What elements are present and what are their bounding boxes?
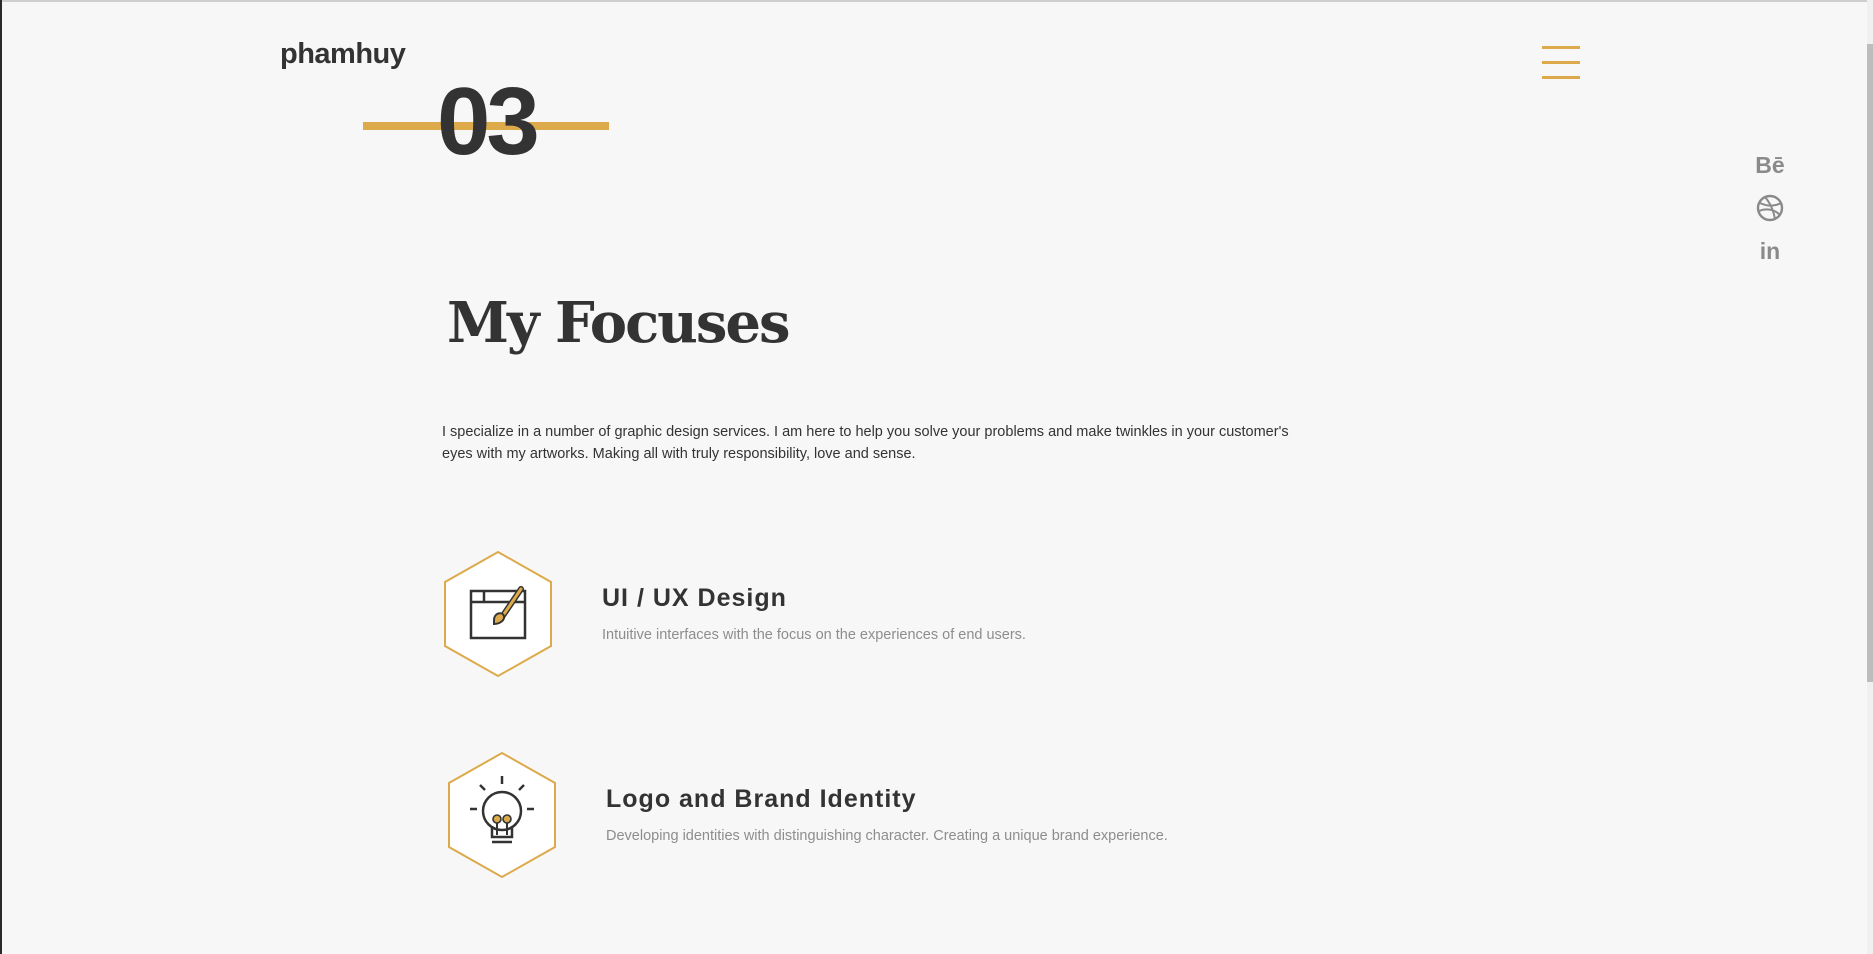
service-title: Logo and Brand Identity <box>606 785 917 813</box>
hexagon-frame <box>442 550 554 678</box>
service-item-branding: Logo and Brand Identity Developing ident… <box>446 751 1346 881</box>
service-description: Developing identities with distinguishin… <box>606 828 1168 844</box>
page-title: My Focuses <box>447 290 791 356</box>
section-number: 03 <box>437 68 540 175</box>
service-item-ui-ux: UI / UX Design Intuitive interfaces with… <box>442 550 1342 680</box>
service-title: UI / UX Design <box>602 584 787 612</box>
behance-icon[interactable]: Bē <box>1750 145 1790 185</box>
hamburger-menu-icon[interactable] <box>1542 44 1580 82</box>
top-border <box>0 0 1873 2</box>
intro-text: I specialize in a number of graphic desi… <box>442 424 1289 462</box>
linkedin-icon[interactable]: in <box>1750 231 1790 271</box>
scrollbar[interactable] <box>1867 0 1873 954</box>
left-border <box>0 0 2 954</box>
social-links: Bē in <box>1750 145 1790 274</box>
service-description: Intuitive interfaces with the focus on t… <box>602 627 1026 643</box>
scrollbar-thumb[interactable] <box>1867 44 1873 682</box>
dribbble-icon[interactable] <box>1750 188 1790 228</box>
site-logo[interactable]: phamhuy <box>280 38 406 71</box>
section-number-block: 03 <box>363 72 609 172</box>
hexagon-frame <box>446 751 558 879</box>
